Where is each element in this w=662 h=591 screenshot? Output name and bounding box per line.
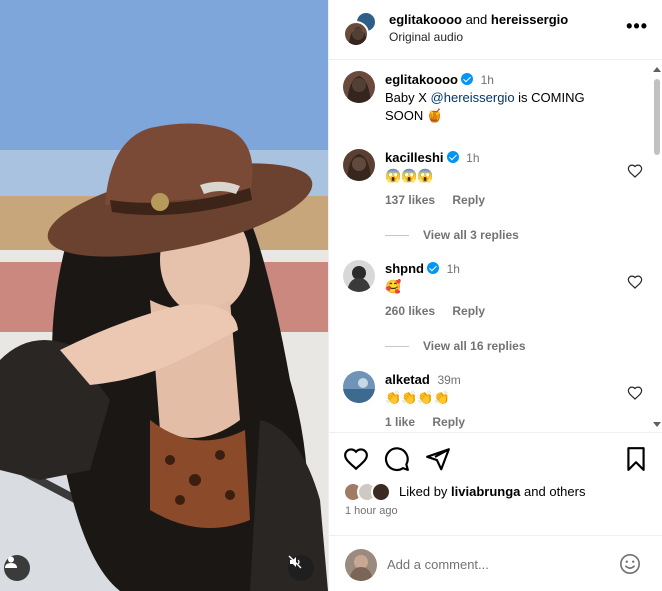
avatar[interactable] (343, 371, 375, 403)
avatar[interactable] (343, 260, 375, 292)
audio-label[interactable]: Original audio (389, 30, 463, 44)
comment-icon[interactable] (384, 446, 410, 472)
view-replies-button[interactable]: View all 16 replies (385, 339, 526, 353)
reply-button[interactable]: Reply (432, 415, 465, 429)
muted-audio-icon (288, 555, 302, 569)
more-icon[interactable]: ••• (626, 16, 648, 37)
caption: eglitakoooo 1h Baby X @hereissergio is C… (343, 71, 643, 131)
emoji-icon[interactable] (619, 553, 641, 575)
avatar[interactable] (343, 21, 369, 47)
username-link[interactable]: eglitakoooo (389, 12, 462, 27)
collab-avatars[interactable] (343, 11, 377, 47)
post-timestamp[interactable]: 1 hour ago (345, 505, 398, 517)
joiner-text: and (465, 12, 488, 27)
post-actions (343, 446, 649, 476)
comment-input[interactable] (387, 553, 607, 575)
comment-text: Baby X @hereissergio is COMING SOON 🍯 (385, 90, 585, 123)
liked-by-user[interactable]: liviabrunga (451, 484, 520, 499)
mention-link[interactable]: @hereissergio (431, 90, 515, 105)
verified-icon (446, 151, 459, 163)
comment-text: 👏👏👏👏 (385, 390, 450, 405)
comment-item: kacilleshi 1h 😱😱😱 137 likes Reply (343, 149, 643, 209)
scroll-down-arrow[interactable] (653, 422, 661, 427)
liked-by: Liked by liviabrunga and others (343, 481, 649, 503)
comments-scrollbar[interactable] (653, 67, 661, 427)
comment-likes[interactable]: 137 likes (385, 193, 435, 207)
share-icon[interactable] (425, 446, 451, 472)
post-image (0, 0, 328, 591)
post-header: eglitakoooo and hereissergio Original au… (329, 0, 662, 60)
avatar (371, 482, 391, 502)
avatar (345, 549, 377, 581)
heart-icon[interactable] (627, 163, 643, 179)
comment-likes[interactable]: 1 like (385, 415, 415, 429)
username-link[interactable]: hereissergio (491, 12, 568, 27)
comment-username[interactable]: alketad (385, 372, 430, 387)
comment-likes[interactable]: 260 likes (385, 304, 435, 318)
comment-time[interactable]: 1h (481, 73, 494, 87)
comment-item: alketad 39m 👏👏👏👏 1 like Reply (343, 371, 643, 431)
comment-username[interactable]: eglitakoooo (385, 72, 458, 87)
comment-item: shpnd 1h 🥰 260 likes Reply (343, 260, 643, 320)
heart-icon[interactable] (627, 274, 643, 290)
comment-text: 😱😱😱 (385, 168, 434, 183)
user-tag-icon (5, 556, 17, 568)
liked-by-prefix: Liked by (399, 484, 448, 499)
save-icon[interactable] (623, 446, 649, 472)
post-media[interactable] (0, 0, 328, 591)
comments-list[interactable]: eglitakoooo 1h Baby X @hereissergio is C… (329, 61, 662, 433)
post-side-panel: eglitakoooo and hereissergio Original au… (328, 0, 662, 591)
reply-button[interactable]: Reply (452, 304, 485, 318)
collab-names: eglitakoooo and hereissergio (389, 12, 568, 27)
scroll-thumb[interactable] (654, 79, 660, 155)
liked-by-others[interactable]: and others (524, 484, 585, 499)
comment-time[interactable]: 1h (447, 262, 460, 276)
verified-icon (427, 262, 439, 274)
scroll-up-arrow[interactable] (653, 67, 661, 72)
avatar[interactable] (343, 149, 375, 181)
comment-username[interactable]: kacilleshi (385, 150, 444, 165)
user-tag-button[interactable] (4, 555, 30, 581)
view-replies-button[interactable]: View all 3 replies (385, 228, 519, 242)
comment-username[interactable]: shpnd (385, 261, 424, 276)
audio-toggle-button[interactable] (288, 555, 314, 581)
reply-button[interactable]: Reply (452, 193, 485, 207)
avatar[interactable] (343, 71, 375, 103)
comment-time[interactable]: 39m (437, 373, 460, 387)
heart-icon[interactable] (627, 385, 643, 401)
verified-icon (460, 73, 473, 85)
liked-by-avatars[interactable] (343, 481, 395, 503)
heart-icon[interactable] (343, 446, 369, 472)
add-comment-bar (329, 535, 662, 591)
comment-time[interactable]: 1h (466, 151, 479, 165)
comment-text: 🥰 (385, 279, 402, 294)
